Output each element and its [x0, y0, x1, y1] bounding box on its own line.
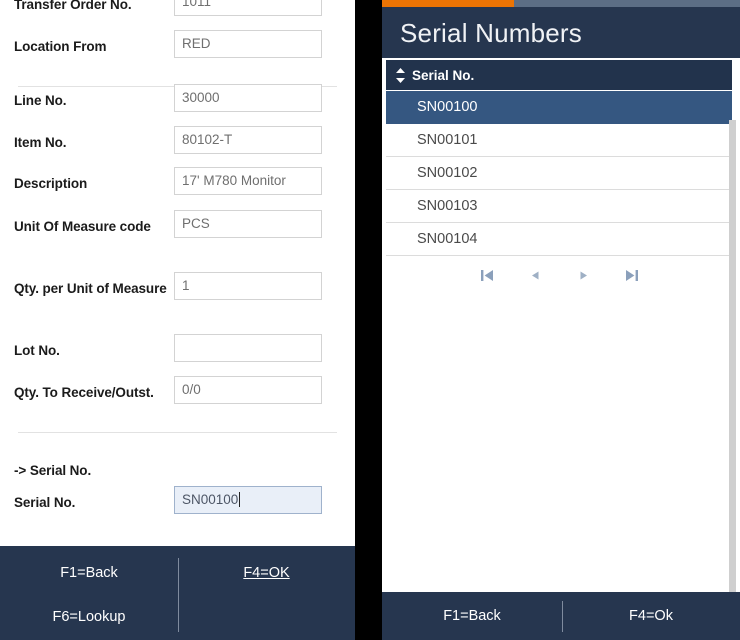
- f4-ok-button[interactable]: F4=OK: [178, 565, 355, 581]
- field-input[interactable]: 0/0: [174, 376, 322, 404]
- field-label: Item No.: [14, 135, 67, 150]
- field-value: 1: [182, 278, 190, 293]
- field-label: Description: [14, 176, 88, 191]
- left-footer-bar: F1=Back F4=OK F6=Lookup: [0, 546, 355, 640]
- form-row: Qty. per Unit of Measure 1: [0, 272, 355, 300]
- serial-numbers-list: Serial No. SN00100 SN00101 SN00102 SN00103 S…: [382, 58, 740, 636]
- field-value: PCS: [182, 216, 210, 231]
- field-value: 80102-T: [182, 132, 233, 147]
- next-page-icon[interactable]: [574, 266, 593, 285]
- serial-no-cell: SN00102: [417, 165, 478, 181]
- table-row[interactable]: SN00101: [386, 124, 732, 157]
- field-input[interactable]: [174, 334, 322, 362]
- field-input[interactable]: PCS: [174, 210, 322, 238]
- right-f4-ok-button[interactable]: F4=Ok: [562, 608, 740, 624]
- table-row[interactable]: SN00104: [386, 223, 732, 256]
- app-root: Transfer Order No. 1011 Location From RED Li…: [0, 0, 740, 640]
- sort-updown-icon[interactable]: [395, 67, 406, 83]
- serial-no-section-heading: -> Serial No.: [14, 463, 92, 478]
- field-value: SN00100: [182, 492, 239, 507]
- column-header-serial-no[interactable]: Serial No.: [386, 60, 732, 90]
- table-row[interactable]: SN00102: [386, 157, 732, 190]
- previous-page-icon[interactable]: [526, 266, 545, 285]
- field-label: Line No.: [14, 93, 67, 108]
- field-value: 0/0: [182, 382, 201, 397]
- footer-divider: [178, 558, 179, 632]
- form-fields-container: Transfer Order No. 1011 Location From RED Li…: [0, 0, 355, 546]
- form-row: Line No. 30000: [0, 84, 355, 112]
- field-input[interactable]: 1011: [174, 0, 322, 16]
- form-row: Unit Of Measure code PCS: [0, 210, 355, 238]
- f6-lookup-button[interactable]: F6=Lookup: [0, 609, 178, 625]
- right-f1-back-button[interactable]: F1=Back: [382, 608, 562, 624]
- pagination-controls: [386, 255, 732, 295]
- page-title: Serial Numbers: [400, 18, 582, 48]
- form-row: Item No. 80102-T: [0, 126, 355, 154]
- list-scrollbar[interactable]: [729, 120, 736, 636]
- right-footer-divider: [562, 601, 563, 632]
- field-input[interactable]: 17' M780 Monitor: [174, 167, 322, 195]
- form-row: Transfer Order No. 1011: [0, 0, 355, 16]
- field-input[interactable]: SN00100: [174, 486, 322, 514]
- field-value: RED: [182, 36, 211, 51]
- field-value: 17' M780 Monitor: [182, 173, 286, 188]
- f1-back-button[interactable]: F1=Back: [0, 565, 178, 581]
- transfer-order-form-panel: Transfer Order No. 1011 Location From RED Li…: [0, 0, 355, 640]
- field-value: 30000: [182, 90, 220, 105]
- form-row: Lot No.: [0, 334, 355, 362]
- serial-no-cell: SN00100: [417, 99, 478, 115]
- table-row[interactable]: SN00100: [386, 91, 732, 124]
- field-label: Location From: [14, 39, 107, 54]
- field-value: 1011: [182, 0, 212, 9]
- field-input[interactable]: 1: [174, 272, 322, 300]
- progress-bar-track: [382, 0, 740, 7]
- serial-no-cell: SN00103: [417, 198, 478, 214]
- field-label: Unit Of Measure code: [14, 219, 151, 234]
- right-footer-bar: F1=Back F4=Ok: [382, 592, 740, 640]
- form-row: Location From RED: [0, 30, 355, 58]
- column-header-label: Serial No.: [412, 67, 475, 83]
- progress-bar-fill: [382, 0, 515, 7]
- field-label: Qty. per Unit of Measure: [14, 281, 167, 296]
- field-label: Serial No.: [14, 495, 76, 510]
- serial-numbers-title-bar: Serial Numbers: [382, 7, 740, 58]
- field-input[interactable]: 80102-T: [174, 126, 322, 154]
- first-page-icon[interactable]: [478, 266, 497, 285]
- field-input[interactable]: 30000: [174, 84, 322, 112]
- field-label: Lot No.: [14, 343, 60, 358]
- section-divider: [18, 432, 337, 433]
- form-row: Serial No. SN00100: [0, 486, 355, 514]
- field-input[interactable]: RED: [174, 30, 322, 58]
- serial-numbers-panel: Serial Numbers Serial No. SN00100 SN00101…: [382, 0, 740, 640]
- serial-no-cell: SN00101: [417, 132, 478, 148]
- form-row: Qty. To Receive/Outst. 0/0: [0, 376, 355, 404]
- form-row: Description 17' M780 Monitor: [0, 167, 355, 195]
- table-row[interactable]: SN00103: [386, 190, 732, 223]
- field-label: Transfer Order No.: [14, 0, 132, 12]
- serial-no-cell: SN00104: [417, 231, 478, 247]
- last-page-icon[interactable]: [622, 266, 641, 285]
- field-label: Qty. To Receive/Outst.: [14, 385, 154, 400]
- text-cursor: [239, 492, 241, 507]
